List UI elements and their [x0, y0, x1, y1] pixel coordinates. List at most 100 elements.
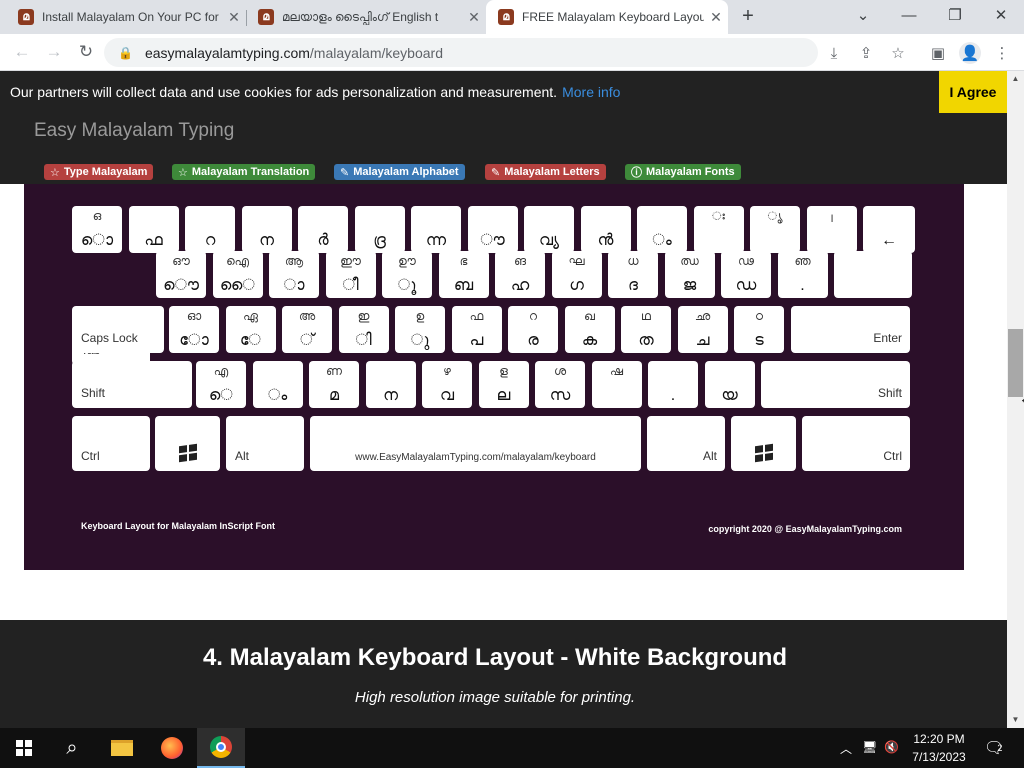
key-base-char: ദ്ര	[373, 232, 386, 249]
key-base-char: ന	[383, 387, 398, 404]
keyboard-key: ധദ	[608, 251, 658, 298]
key-base-char: സ	[549, 387, 571, 404]
keyboard-key: ഝജ	[664, 251, 715, 298]
close-icon[interactable]: ✕	[462, 9, 486, 26]
new-tab-button[interactable]: +	[736, 4, 760, 30]
search-icon[interactable]: ⌕	[48, 728, 96, 768]
key-base-char: ഡ	[735, 277, 757, 294]
key-shift-char: ഷ	[609, 364, 624, 378]
keyboard-key: ം	[637, 206, 687, 253]
menu-kebab-icon[interactable]: ⋮	[991, 42, 1013, 64]
site-favicon-icon: മ	[18, 9, 34, 25]
keyboard-key: ആാ	[269, 251, 319, 298]
notification-icon[interactable]: 🗨2	[984, 738, 1009, 758]
key-base-char: .	[670, 387, 676, 404]
chrome-icon[interactable]	[197, 728, 245, 768]
left-shift-key: Shift	[72, 361, 192, 408]
keyboard-key: ഥത	[621, 306, 671, 353]
key-shift-char: ഝ	[680, 254, 699, 268]
keyboard-key: ←	[863, 206, 915, 253]
keyboard-key: ർ	[298, 206, 348, 253]
key-shift-char: ഖ	[584, 309, 595, 323]
keyboard-key: യ	[704, 361, 755, 408]
minimize-button[interactable]: —	[886, 0, 932, 30]
file-explorer-icon[interactable]	[98, 728, 146, 768]
keyboard-key: ൃ	[750, 206, 800, 253]
key-shift-char: റ	[529, 309, 537, 323]
volume-muted-icon[interactable]: 🔇	[884, 740, 899, 754]
keyboard-caption: Keyboard Layout for Malayalam InScript F…	[81, 521, 276, 531]
key-shift-char: ഭ	[459, 254, 468, 268]
network-icon[interactable]: 🖥	[862, 740, 877, 754]
nav-malayalam-letters[interactable]: ✎ Malayalam Letters	[485, 164, 606, 180]
agree-button[interactable]: I Agree	[939, 71, 1007, 113]
key-label: Caps Lock	[81, 331, 138, 345]
site-title[interactable]: Easy Malayalam Typing	[34, 120, 234, 142]
key-shift-char: ഊ	[398, 254, 416, 268]
chevron-up-icon[interactable]: ︿	[840, 740, 852, 757]
tab-search-icon[interactable]: ⌄	[840, 0, 886, 30]
keyboard-key: ഘഗ	[551, 251, 602, 298]
key-shift-char: ഞ	[794, 254, 811, 268]
keyboard-key: ന്ന	[411, 206, 461, 253]
clock-time: 12:20 PM	[913, 732, 965, 746]
scrollbar-thumb[interactable]	[1008, 329, 1023, 397]
keyboard-key: ഒൊ	[72, 206, 122, 253]
key-base-char: മ	[328, 387, 340, 404]
share-icon[interactable]: ⇪	[855, 42, 877, 64]
tab-title: FREE Malayalam Keyboard Layou	[522, 10, 704, 24]
key-base-char: ോ	[179, 332, 209, 349]
firefox-icon[interactable]	[148, 728, 196, 768]
start-button[interactable]	[0, 728, 48, 768]
keyboard-key: റര	[508, 306, 558, 353]
scroll-down-arrow-icon[interactable]: ▼	[1007, 712, 1024, 728]
side-panel-icon[interactable]: ▣	[927, 42, 949, 64]
more-info-link[interactable]: More info	[562, 84, 620, 100]
key-label: Ctrl	[883, 449, 902, 463]
key-base-char: ജ	[682, 277, 697, 294]
nav-malayalam-translation[interactable]: ☆ Malayalam Translation	[172, 164, 316, 180]
keyboard-key: ഉു	[395, 306, 445, 353]
install-icon[interactable]: ⤓	[823, 42, 845, 64]
keyboard-key: അ്	[282, 306, 332, 353]
reload-button[interactable]: ↻	[73, 39, 99, 65]
system-clock[interactable]: 12:20 PM 7/13/2023	[903, 730, 975, 766]
back-button[interactable]: ←	[9, 39, 35, 65]
close-icon[interactable]: ✕	[704, 9, 728, 26]
keyboard-key: ഃ	[693, 206, 744, 253]
key-base-char: ല	[496, 387, 511, 404]
nav-type-malayalam[interactable]: ☆ Type Malayalam	[44, 164, 154, 180]
keyboard-key: ഞ.	[777, 251, 828, 298]
nav-malayalam-fonts[interactable]: ⓘ Malayalam Fonts	[625, 164, 741, 180]
keyboard-key: ന	[365, 361, 416, 408]
keyboard-key: ഫ	[128, 206, 179, 253]
tab-keyboard-layout[interactable]: മ FREE Malayalam Keyboard Layou ✕	[486, 0, 728, 34]
restore-button[interactable]: ❐	[932, 0, 978, 30]
scroll-up-arrow-icon[interactable]: ▲	[1007, 71, 1024, 87]
address-bar[interactable]: 🔒 easymalayalamtyping.com/malayalam/keyb…	[104, 38, 818, 67]
right-ctrl-key: Ctrl	[802, 416, 910, 471]
key-shift-char: ഐ	[226, 254, 249, 268]
url-path: /malayalam/keyboard	[309, 44, 443, 61]
tab-install-malayalam[interactable]: മ Install Malayalam On Your PC for ✕	[0, 0, 246, 34]
key-base-char: ട	[754, 332, 764, 349]
bookmark-star-icon[interactable]: ☆	[887, 42, 909, 64]
nav-label: Malayalam Alphabet	[353, 166, 459, 178]
site-favicon-icon: മ	[498, 9, 514, 25]
lock-icon[interactable]: 🔒	[118, 46, 133, 60]
key-shift-char: ണ	[326, 364, 342, 378]
profile-avatar[interactable]: 👤	[959, 42, 981, 64]
keyboard-key: .	[648, 361, 698, 408]
keyboard-key: ഊൂ	[382, 251, 432, 298]
key-base-char: ൻ	[597, 232, 614, 249]
clock-date: 7/13/2023	[912, 750, 966, 764]
keyboard-key: ങഹ	[495, 251, 545, 298]
key-base-char: ഫ	[144, 232, 163, 249]
nav-malayalam-alphabet[interactable]: ✎ Malayalam Alphabet	[334, 164, 465, 180]
url-host: easymalayalamtyping.com	[144, 44, 310, 61]
tab-malayalam-typing[interactable]: മ മലയാളം ടൈപ്പിംഗ് English t ✕	[240, 0, 486, 34]
close-window-button[interactable]: ✕	[978, 0, 1024, 30]
keyboard-copyright: copyright 2020 @ EasyMalayalamTyping.com	[708, 524, 902, 534]
forward-button[interactable]: →	[41, 39, 67, 65]
key-shift-char: ഴ	[443, 364, 451, 378]
